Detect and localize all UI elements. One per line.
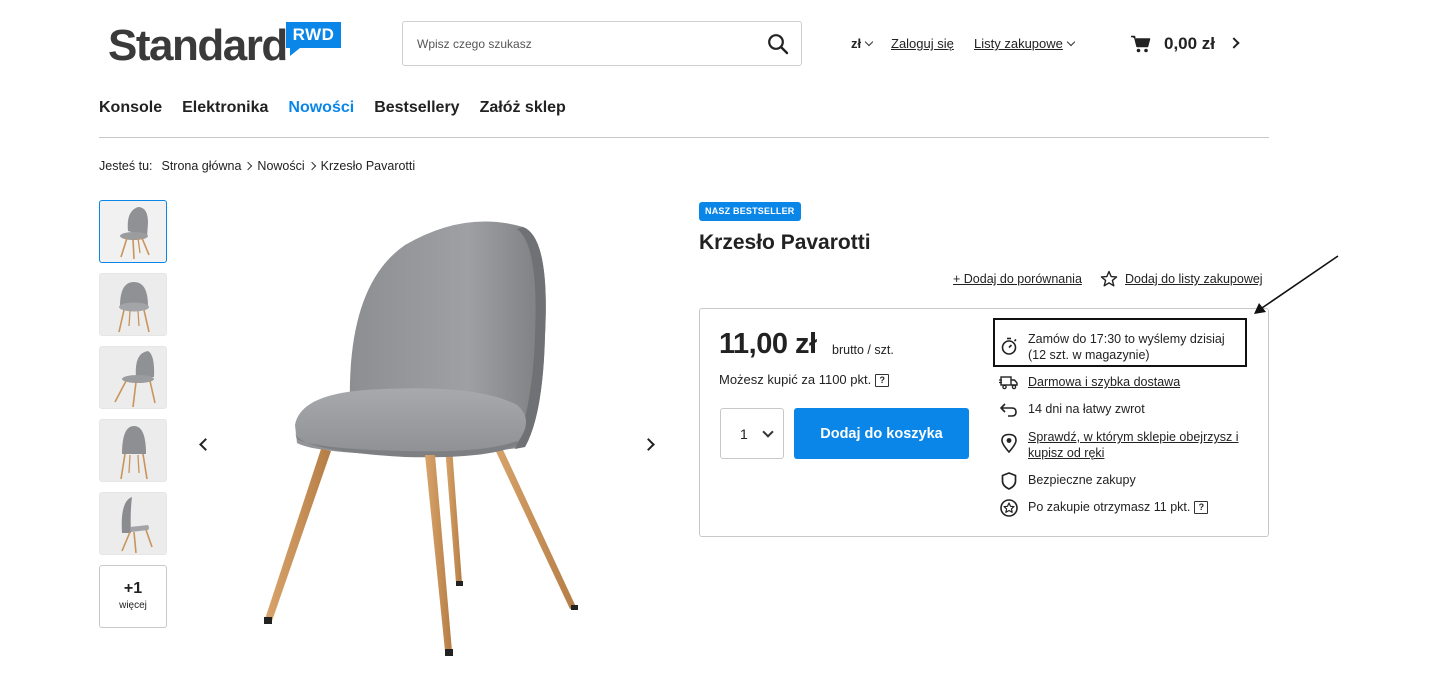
logo-text: Standard bbox=[108, 21, 288, 70]
product-main-image bbox=[264, 221, 578, 656]
currency-selector[interactable]: zł bbox=[851, 36, 874, 51]
quantity-select[interactable]: 1 bbox=[720, 408, 784, 459]
bestseller-badge: NASZ BESTSELLER bbox=[699, 202, 801, 221]
map-pin-icon bbox=[1001, 433, 1017, 453]
breadcrumb: Jesteś tu: Strona główna Nowości Krzesło… bbox=[99, 159, 415, 173]
delivery-link[interactable]: Darmowa i szybka dostawa bbox=[1028, 374, 1180, 391]
login-link[interactable]: Zaloguj się bbox=[891, 36, 954, 51]
chair-thumbnail-image bbox=[114, 351, 156, 408]
breadcrumb-item-home[interactable]: Strona główna bbox=[162, 159, 242, 173]
product-price: 11,00 zł bbox=[719, 328, 817, 360]
thumbnail-2[interactable] bbox=[99, 273, 167, 336]
search-input[interactable] bbox=[417, 22, 757, 65]
search-icon[interactable] bbox=[767, 33, 789, 55]
secure-text: Bezpieczne zakupy bbox=[1028, 473, 1136, 487]
add-to-cart-button[interactable]: Dodaj do koszyka bbox=[794, 408, 969, 459]
chair-thumbnail-image bbox=[120, 426, 148, 480]
chevron-right-icon bbox=[1228, 37, 1240, 49]
quantity-value: 1 bbox=[740, 426, 748, 442]
chevron-right-icon bbox=[307, 161, 316, 171]
price-unit: brutto / szt. bbox=[832, 343, 894, 357]
reward-label: Po zakupie otrzymasz 11 pkt. bbox=[1028, 500, 1191, 514]
thumbnail-4[interactable] bbox=[99, 419, 167, 482]
nav-item-nowosci[interactable]: Nowości bbox=[288, 99, 354, 117]
chevron-right-icon bbox=[244, 161, 253, 171]
chevron-down-icon bbox=[762, 426, 774, 438]
more-images-button[interactable]: +1 więcej bbox=[99, 565, 167, 628]
chair-thumbnail-image bbox=[118, 282, 150, 333]
shopping-lists-label: Listy zakupowe bbox=[974, 36, 1063, 51]
chair-thumbnail-image bbox=[121, 497, 153, 554]
chevron-down-icon bbox=[864, 37, 874, 47]
thumbnail-3[interactable] bbox=[99, 346, 167, 409]
thumbnail-1[interactable] bbox=[99, 200, 167, 263]
return-arrow-icon bbox=[1000, 403, 1017, 417]
breadcrumb-label: Jesteś tu: bbox=[99, 159, 153, 173]
breadcrumb-item-category[interactable]: Nowości bbox=[257, 159, 304, 173]
help-icon[interactable]: ? bbox=[1194, 501, 1209, 515]
points-price: Możesz kupić za 1100 pkt.? bbox=[719, 372, 890, 388]
returns-text: 14 dni na łatwy zwrot bbox=[1028, 402, 1145, 416]
nav-item-zaloz-sklep[interactable]: Załóż sklep bbox=[480, 99, 566, 117]
delivery-truck-icon bbox=[999, 376, 1018, 390]
chair-thumbnail-image bbox=[120, 207, 150, 260]
annotation-highlight-box bbox=[993, 318, 1247, 367]
nav-divider bbox=[99, 137, 1269, 138]
reward-badge-icon bbox=[1000, 499, 1018, 517]
thumbnail-5[interactable] bbox=[99, 492, 167, 555]
add-to-compare-link[interactable]: + Dodaj do porównania bbox=[953, 272, 1082, 286]
shopping-lists-dropdown[interactable]: Listy zakupowe bbox=[974, 36, 1076, 51]
points-text: Możesz kupić za 1100 pkt. bbox=[719, 372, 872, 387]
reward-text: Po zakupie otrzymasz 11 pkt.? bbox=[1028, 499, 1209, 516]
currency-label: zł bbox=[851, 36, 862, 51]
stores-link-line-1[interactable]: Sprawdź, w którym sklepie obejrzysz i bbox=[1028, 429, 1238, 446]
shield-icon bbox=[1001, 472, 1017, 490]
cart-total: 0,00 zł bbox=[1164, 34, 1216, 53]
more-count: +1 bbox=[123, 580, 143, 597]
logo-badge: RWD bbox=[286, 22, 341, 56]
annotation-arrow-icon bbox=[1254, 255, 1339, 314]
star-icon[interactable] bbox=[1100, 270, 1118, 288]
product-title: Krzesło Pavarotti bbox=[699, 231, 871, 254]
nav-item-elektronika[interactable]: Elektronika bbox=[182, 99, 268, 117]
breadcrumb-item-current: Krzesło Pavarotti bbox=[320, 159, 416, 173]
more-label: więcej bbox=[119, 600, 147, 611]
search-box bbox=[402, 21, 802, 66]
main-nav: Konsole Elektronika Nowości Bestsellery … bbox=[99, 99, 566, 117]
nav-item-bestsellery[interactable]: Bestsellery bbox=[374, 99, 459, 117]
chevron-down-icon bbox=[1066, 37, 1076, 47]
stores-link-line-2[interactable]: kupisz od ręki bbox=[1028, 445, 1104, 462]
add-to-wishlist-link[interactable]: Dodaj do listy zakupowej bbox=[1125, 272, 1263, 286]
cart-icon bbox=[1131, 35, 1151, 53]
help-icon[interactable]: ? bbox=[875, 374, 890, 388]
gallery-next-icon[interactable] bbox=[642, 438, 655, 451]
gallery-prev-icon[interactable] bbox=[199, 438, 212, 451]
nav-item-konsole[interactable]: Konsole bbox=[99, 99, 162, 117]
